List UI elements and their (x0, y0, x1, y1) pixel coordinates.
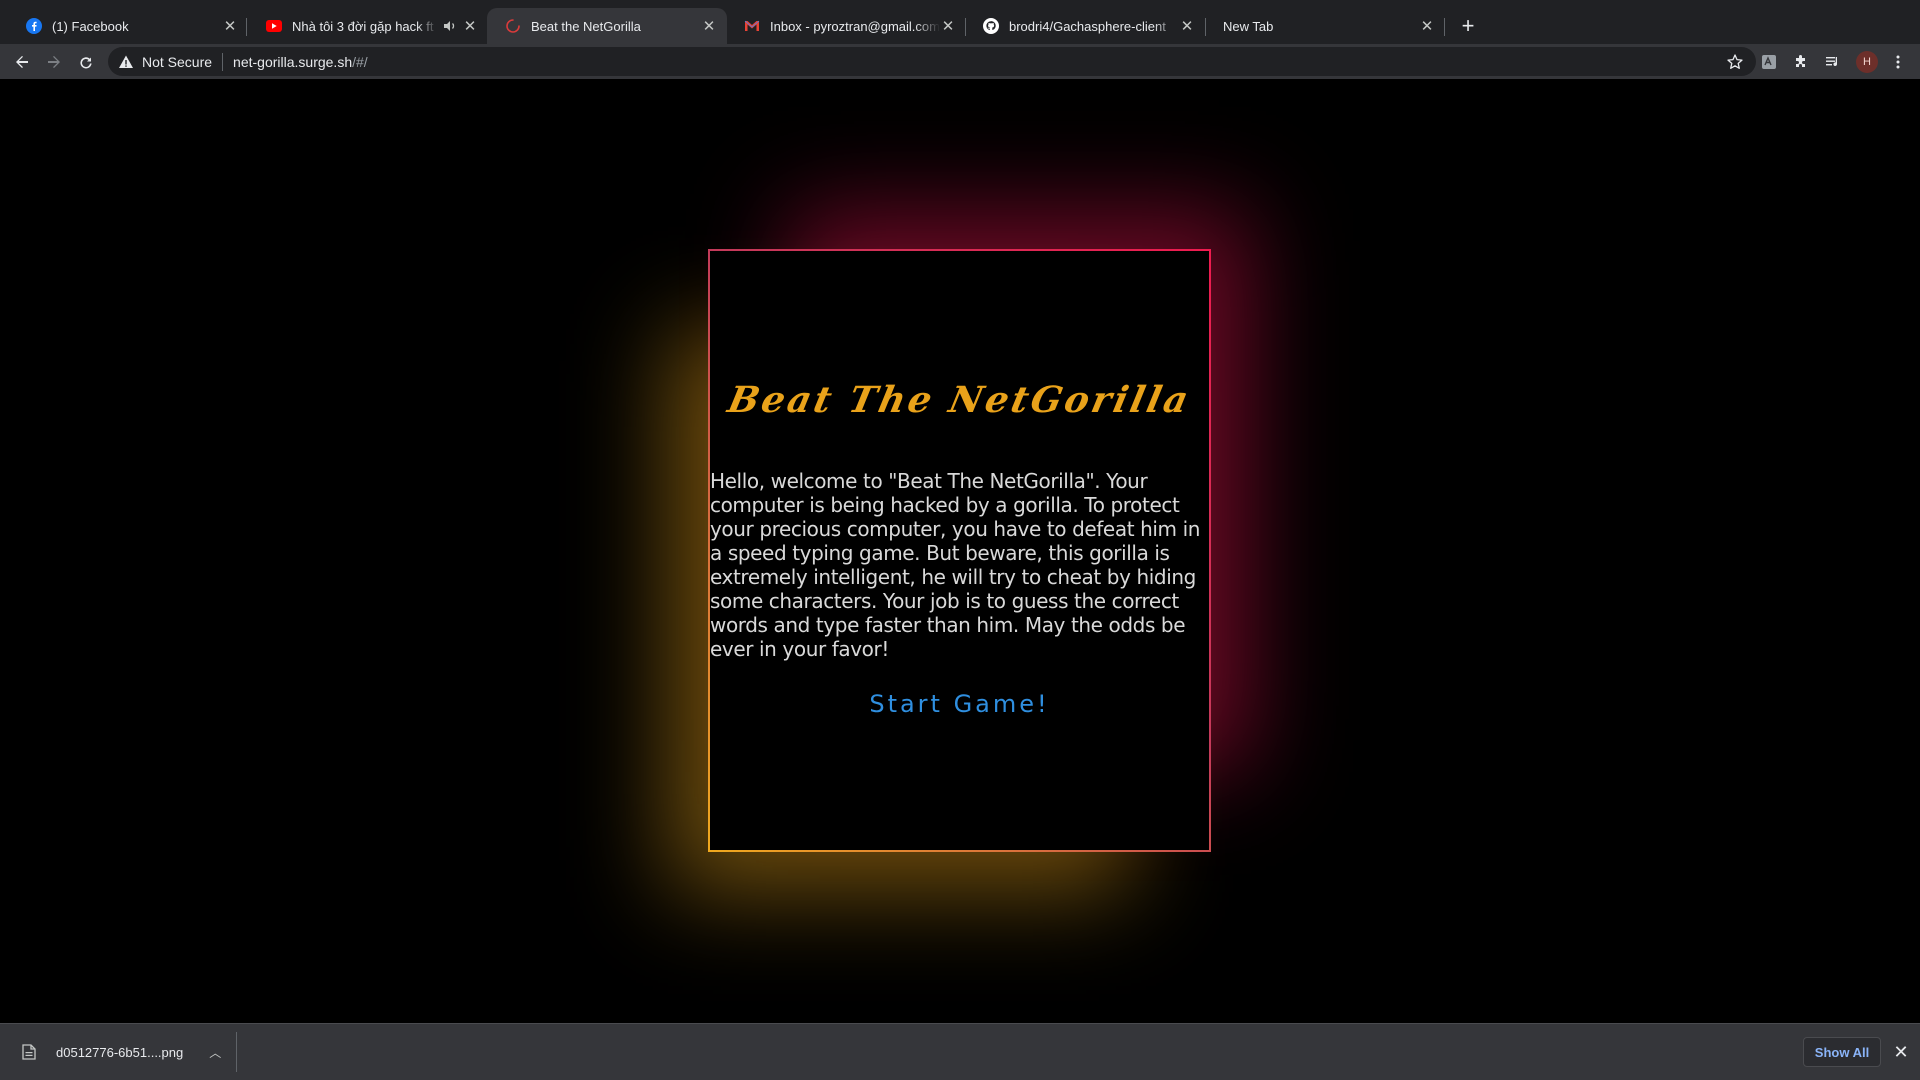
tab-close-icon[interactable]: ✕ (701, 18, 717, 35)
shelf-divider (236, 1032, 237, 1072)
media-queue-icon[interactable] (1822, 51, 1844, 73)
tab-new-tab[interactable]: New Tab ✕ (1205, 8, 1445, 44)
tab-youtube[interactable]: Nhà tôi 3 đời gặp hack ft M ✕ (248, 8, 488, 44)
reload-icon[interactable] (72, 48, 100, 76)
tab-strip: (1) Facebook ✕ Nhà tôi 3 đời gặp hack ft… (0, 0, 1920, 44)
tab-close-icon[interactable]: ✕ (1179, 18, 1195, 35)
chevron-up-icon[interactable]: ︿ (209, 1044, 221, 1061)
translate-extension-icon[interactable] (1758, 51, 1780, 73)
tab-separator (1444, 18, 1445, 36)
more-menu-icon[interactable] (1887, 51, 1909, 73)
tab-title: Inbox - pyroztran@gmail.com - (770, 18, 940, 34)
address-divider (222, 52, 224, 71)
warning-triangle-icon[interactable] (118, 54, 134, 70)
browser-toolbar: Not Secure net-gorilla.surge.sh/#/ H (0, 44, 1920, 79)
tab-title: Nhà tôi 3 đời gặp hack ft M (292, 18, 438, 34)
close-icon[interactable]: ✕ (1892, 1042, 1910, 1062)
download-file-name: d0512776-6b51....png (56, 1044, 184, 1060)
url-path: /#/ (352, 53, 368, 70)
tab-close-icon[interactable]: ✕ (462, 18, 478, 35)
start-game-button[interactable]: Start Game! (710, 690, 1209, 718)
tab-facebook[interactable]: (1) Facebook ✕ (8, 8, 248, 44)
github-icon (983, 18, 999, 34)
game-title: Beat The NetGorilla (724, 379, 1195, 421)
tab-separator (246, 18, 247, 36)
file-icon (22, 1044, 36, 1060)
loading-icon (505, 18, 521, 34)
forward-arrow-icon[interactable] (40, 48, 68, 76)
url-host: net-gorilla.surge.sh (233, 53, 353, 70)
show-all-button[interactable]: Show All (1803, 1037, 1881, 1067)
tab-close-icon[interactable]: ✕ (1419, 18, 1435, 35)
tab-github[interactable]: brodri4/Gachasphere-client ✕ (965, 8, 1205, 44)
profile-avatar[interactable]: H (1856, 51, 1878, 73)
facebook-icon (26, 18, 42, 34)
download-item[interactable]: d0512776-6b51....png ︿ (16, 1024, 234, 1080)
page-viewport: Beat The NetGorilla Hello, welcome to "B… (0, 79, 1920, 1023)
bookmark-star-icon[interactable] (1726, 53, 1744, 71)
intro-text: Hello, welcome to "Beat The NetGorilla".… (710, 469, 1200, 661)
tab-title: Beat the NetGorilla (531, 18, 641, 34)
security-label[interactable]: Not Secure (142, 54, 212, 70)
welcome-card: Beat The NetGorilla Hello, welcome to "B… (708, 249, 1211, 852)
download-shelf: d0512776-6b51....png ︿ Show All ✕ (0, 1023, 1920, 1080)
youtube-icon (266, 18, 282, 34)
tab-beat-the-netgorilla[interactable]: Beat the NetGorilla ✕ (487, 8, 727, 44)
tab-title: brodri4/Gachasphere-client (1009, 18, 1166, 34)
address-bar[interactable]: Not Secure net-gorilla.surge.sh/#/ (108, 47, 1756, 76)
gmail-icon (744, 18, 760, 34)
new-tab-plus-icon[interactable]: + (1454, 12, 1482, 40)
tab-close-icon[interactable]: ✕ (222, 18, 238, 35)
back-arrow-icon[interactable] (8, 48, 36, 76)
extensions-puzzle-icon[interactable] (1790, 51, 1812, 73)
tab-gmail[interactable]: Inbox - pyroztran@gmail.com - ✕ (726, 8, 966, 44)
tab-title: (1) Facebook (52, 18, 129, 34)
tab-close-icon[interactable]: ✕ (940, 18, 956, 35)
tab-title: New Tab (1223, 18, 1274, 34)
speaker-icon[interactable] (442, 18, 458, 34)
